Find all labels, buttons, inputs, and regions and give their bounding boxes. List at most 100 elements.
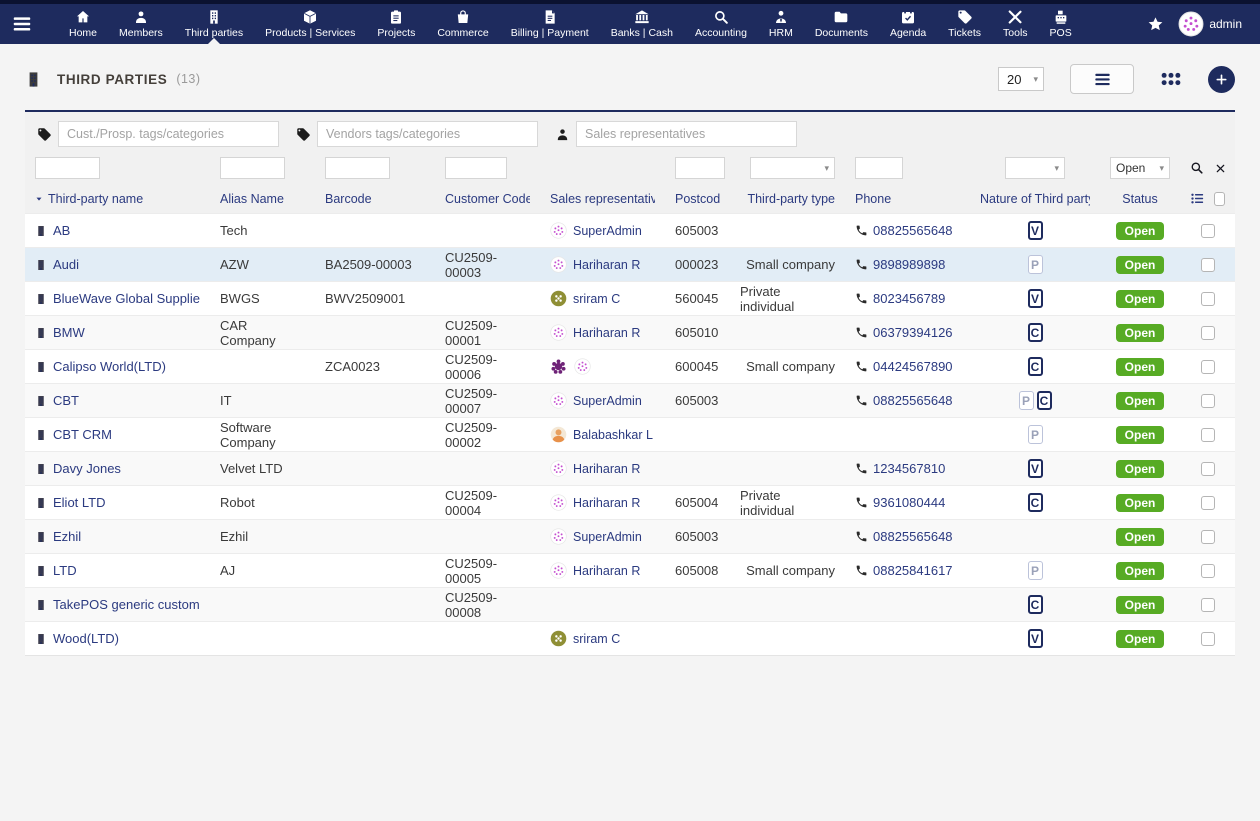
column-header-postcode[interactable]: Postcode [675, 192, 720, 206]
sales-rep-link[interactable]: sriram C [550, 290, 620, 307]
nav-item-tickets[interactable]: Tickets [937, 4, 992, 44]
phone-link[interactable]: 08825565648 [855, 529, 953, 544]
filter-input-third-party-name[interactable] [35, 157, 100, 179]
row-checkbox[interactable] [1201, 598, 1215, 612]
list-view-button[interactable] [1070, 64, 1134, 94]
nav-item-members[interactable]: Members [108, 4, 174, 44]
filter-select-status[interactable]: Open▾ [1110, 157, 1170, 179]
row-checkbox[interactable] [1201, 292, 1215, 306]
filter-input-barcode[interactable] [325, 157, 390, 179]
nav-item-documents[interactable]: Documents [804, 4, 879, 44]
sales-rep-link[interactable] [574, 358, 591, 375]
bookmark-star-icon[interactable] [1147, 16, 1164, 33]
nav-item-products-services[interactable]: Products | Services [254, 4, 366, 44]
nav-item-accounting[interactable]: Accounting [684, 4, 758, 44]
phone-link[interactable]: 8023456789 [855, 291, 945, 306]
third-party-name-link[interactable]: Eliot LTD [53, 495, 106, 510]
third-party-name-link[interactable]: CBT [53, 393, 79, 408]
phone-link[interactable]: 9361080444 [855, 495, 945, 510]
third-party-name-link[interactable]: CBT CRM [53, 427, 112, 442]
row-checkbox[interactable] [1201, 360, 1215, 374]
row-checkbox[interactable] [1201, 496, 1215, 510]
nav-item-home[interactable]: Home [58, 4, 108, 44]
sort-desc-icon [35, 195, 43, 203]
search-icon[interactable] [1190, 161, 1204, 175]
sales-rep-link[interactable]: SuperAdmin [550, 222, 642, 239]
hamburger-menu-icon[interactable] [0, 4, 44, 44]
filter-input-postcode[interactable] [675, 157, 725, 179]
sales-rep-link[interactable]: SuperAdmin [550, 528, 642, 545]
sales-rep-link[interactable]: Hariharan R [550, 460, 640, 477]
phone-link[interactable]: 04424567890 [855, 359, 953, 374]
column-header-status[interactable]: Status [1122, 192, 1157, 206]
row-checkbox[interactable] [1201, 632, 1215, 646]
sales-rep-link[interactable]: Hariharan R [550, 494, 640, 511]
filter-input-phone[interactable] [855, 157, 903, 179]
third-party-name-link[interactable]: Calipso World(LTD) [53, 359, 166, 374]
phone-link[interactable]: 08825565648 [855, 223, 953, 238]
third-party-name-link[interactable]: BMW [53, 325, 85, 340]
column-header-nature-of-third-party[interactable]: Nature of Third party [980, 192, 1090, 206]
column-header-customer-code[interactable]: Customer Code [445, 192, 530, 206]
nav-item-third-parties[interactable]: Third parties [174, 4, 254, 44]
page-size-select[interactable]: 20▾ [998, 67, 1044, 91]
filter-input-alias-name[interactable] [220, 157, 285, 179]
filter-select-third-party-type[interactable]: ▾ [750, 157, 835, 179]
row-checkbox[interactable] [1201, 564, 1215, 578]
phone-link[interactable]: 08825841617 [855, 563, 953, 578]
phone-link[interactable]: 1234567810 [855, 461, 945, 476]
third-party-name-link[interactable]: TakePOS generic customer [53, 597, 200, 612]
nav-item-billing-payment[interactable]: Billing | Payment [500, 4, 600, 44]
third-party-name-link[interactable]: BlueWave Global Suppliers [53, 291, 200, 306]
nav-item-pos[interactable]: POS [1039, 4, 1083, 44]
sales-rep-link[interactable]: Balabashkar L [550, 426, 653, 443]
nav-item-agenda[interactable]: Agenda [879, 4, 937, 44]
sales-rep-link[interactable]: Hariharan R [550, 324, 640, 341]
sales-representatives-filter-input[interactable] [576, 121, 797, 147]
column-header-third-party-type[interactable]: Third-party type [747, 192, 835, 206]
row-checkbox[interactable] [1201, 530, 1215, 544]
user-menu[interactable]: admin [1178, 11, 1242, 37]
select-all-checkbox[interactable] [1214, 192, 1225, 206]
add-third-party-button[interactable] [1208, 66, 1235, 93]
third-party-name-link[interactable]: Wood(LTD) [53, 631, 119, 646]
column-header-alias-name[interactable]: Alias Name [220, 192, 284, 206]
row-checkbox[interactable] [1201, 462, 1215, 476]
cust-prosp-tags-filter-input[interactable] [58, 121, 279, 147]
select-fields-icon[interactable] [1190, 191, 1205, 206]
nav-item-projects[interactable]: Projects [366, 4, 426, 44]
kanban-view-button[interactable] [1160, 68, 1182, 90]
sales-rep-link[interactable]: SuperAdmin [550, 392, 642, 409]
nav-item-commerce[interactable]: Commerce [426, 4, 499, 44]
sales-rep-link[interactable]: Hariharan R [550, 256, 640, 273]
third-party-name-link[interactable]: LTD [53, 563, 77, 578]
third-party-name-link[interactable]: AB [53, 223, 70, 238]
phone-link[interactable]: 9898989898 [855, 257, 945, 272]
nav-item-tools[interactable]: Tools [992, 4, 1039, 44]
sales-rep-link[interactable] [550, 358, 567, 375]
nav-item-hrm[interactable]: HRM [758, 4, 804, 44]
column-header-sales-representatives[interactable]: Sales representatives [550, 192, 655, 206]
row-checkbox[interactable] [1201, 428, 1215, 442]
third-party-name-link[interactable]: Davy Jones [53, 461, 121, 476]
column-header-third-party-name[interactable]: Third-party name [48, 192, 143, 206]
row-checkbox[interactable] [1201, 258, 1215, 272]
clear-filters-icon[interactable] [1215, 163, 1226, 174]
third-party-name-link[interactable]: Ezhil [53, 529, 81, 544]
phone-link[interactable]: 06379394126 [855, 325, 953, 340]
column-header-barcode[interactable]: Barcode [325, 192, 372, 206]
row-checkbox[interactable] [1201, 224, 1215, 238]
third-party-name-link[interactable]: Audi [53, 257, 79, 272]
nav-item-banks-cash[interactable]: Banks | Cash [600, 4, 684, 44]
row-checkbox[interactable] [1201, 326, 1215, 340]
column-header-phone[interactable]: Phone [855, 192, 891, 206]
filter-input-customer-code[interactable] [445, 157, 507, 179]
sales-rep-link[interactable]: Hariharan R [550, 562, 640, 579]
sales-rep-link[interactable]: sriram C [550, 630, 620, 647]
avatar [550, 256, 567, 273]
filter-select-nature-of-third-party[interactable]: ▾ [1005, 157, 1065, 179]
postcode-cell [665, 588, 730, 621]
vendors-tags-filter-input[interactable] [317, 121, 538, 147]
phone-link[interactable]: 08825565648 [855, 393, 953, 408]
row-checkbox[interactable] [1201, 394, 1215, 408]
